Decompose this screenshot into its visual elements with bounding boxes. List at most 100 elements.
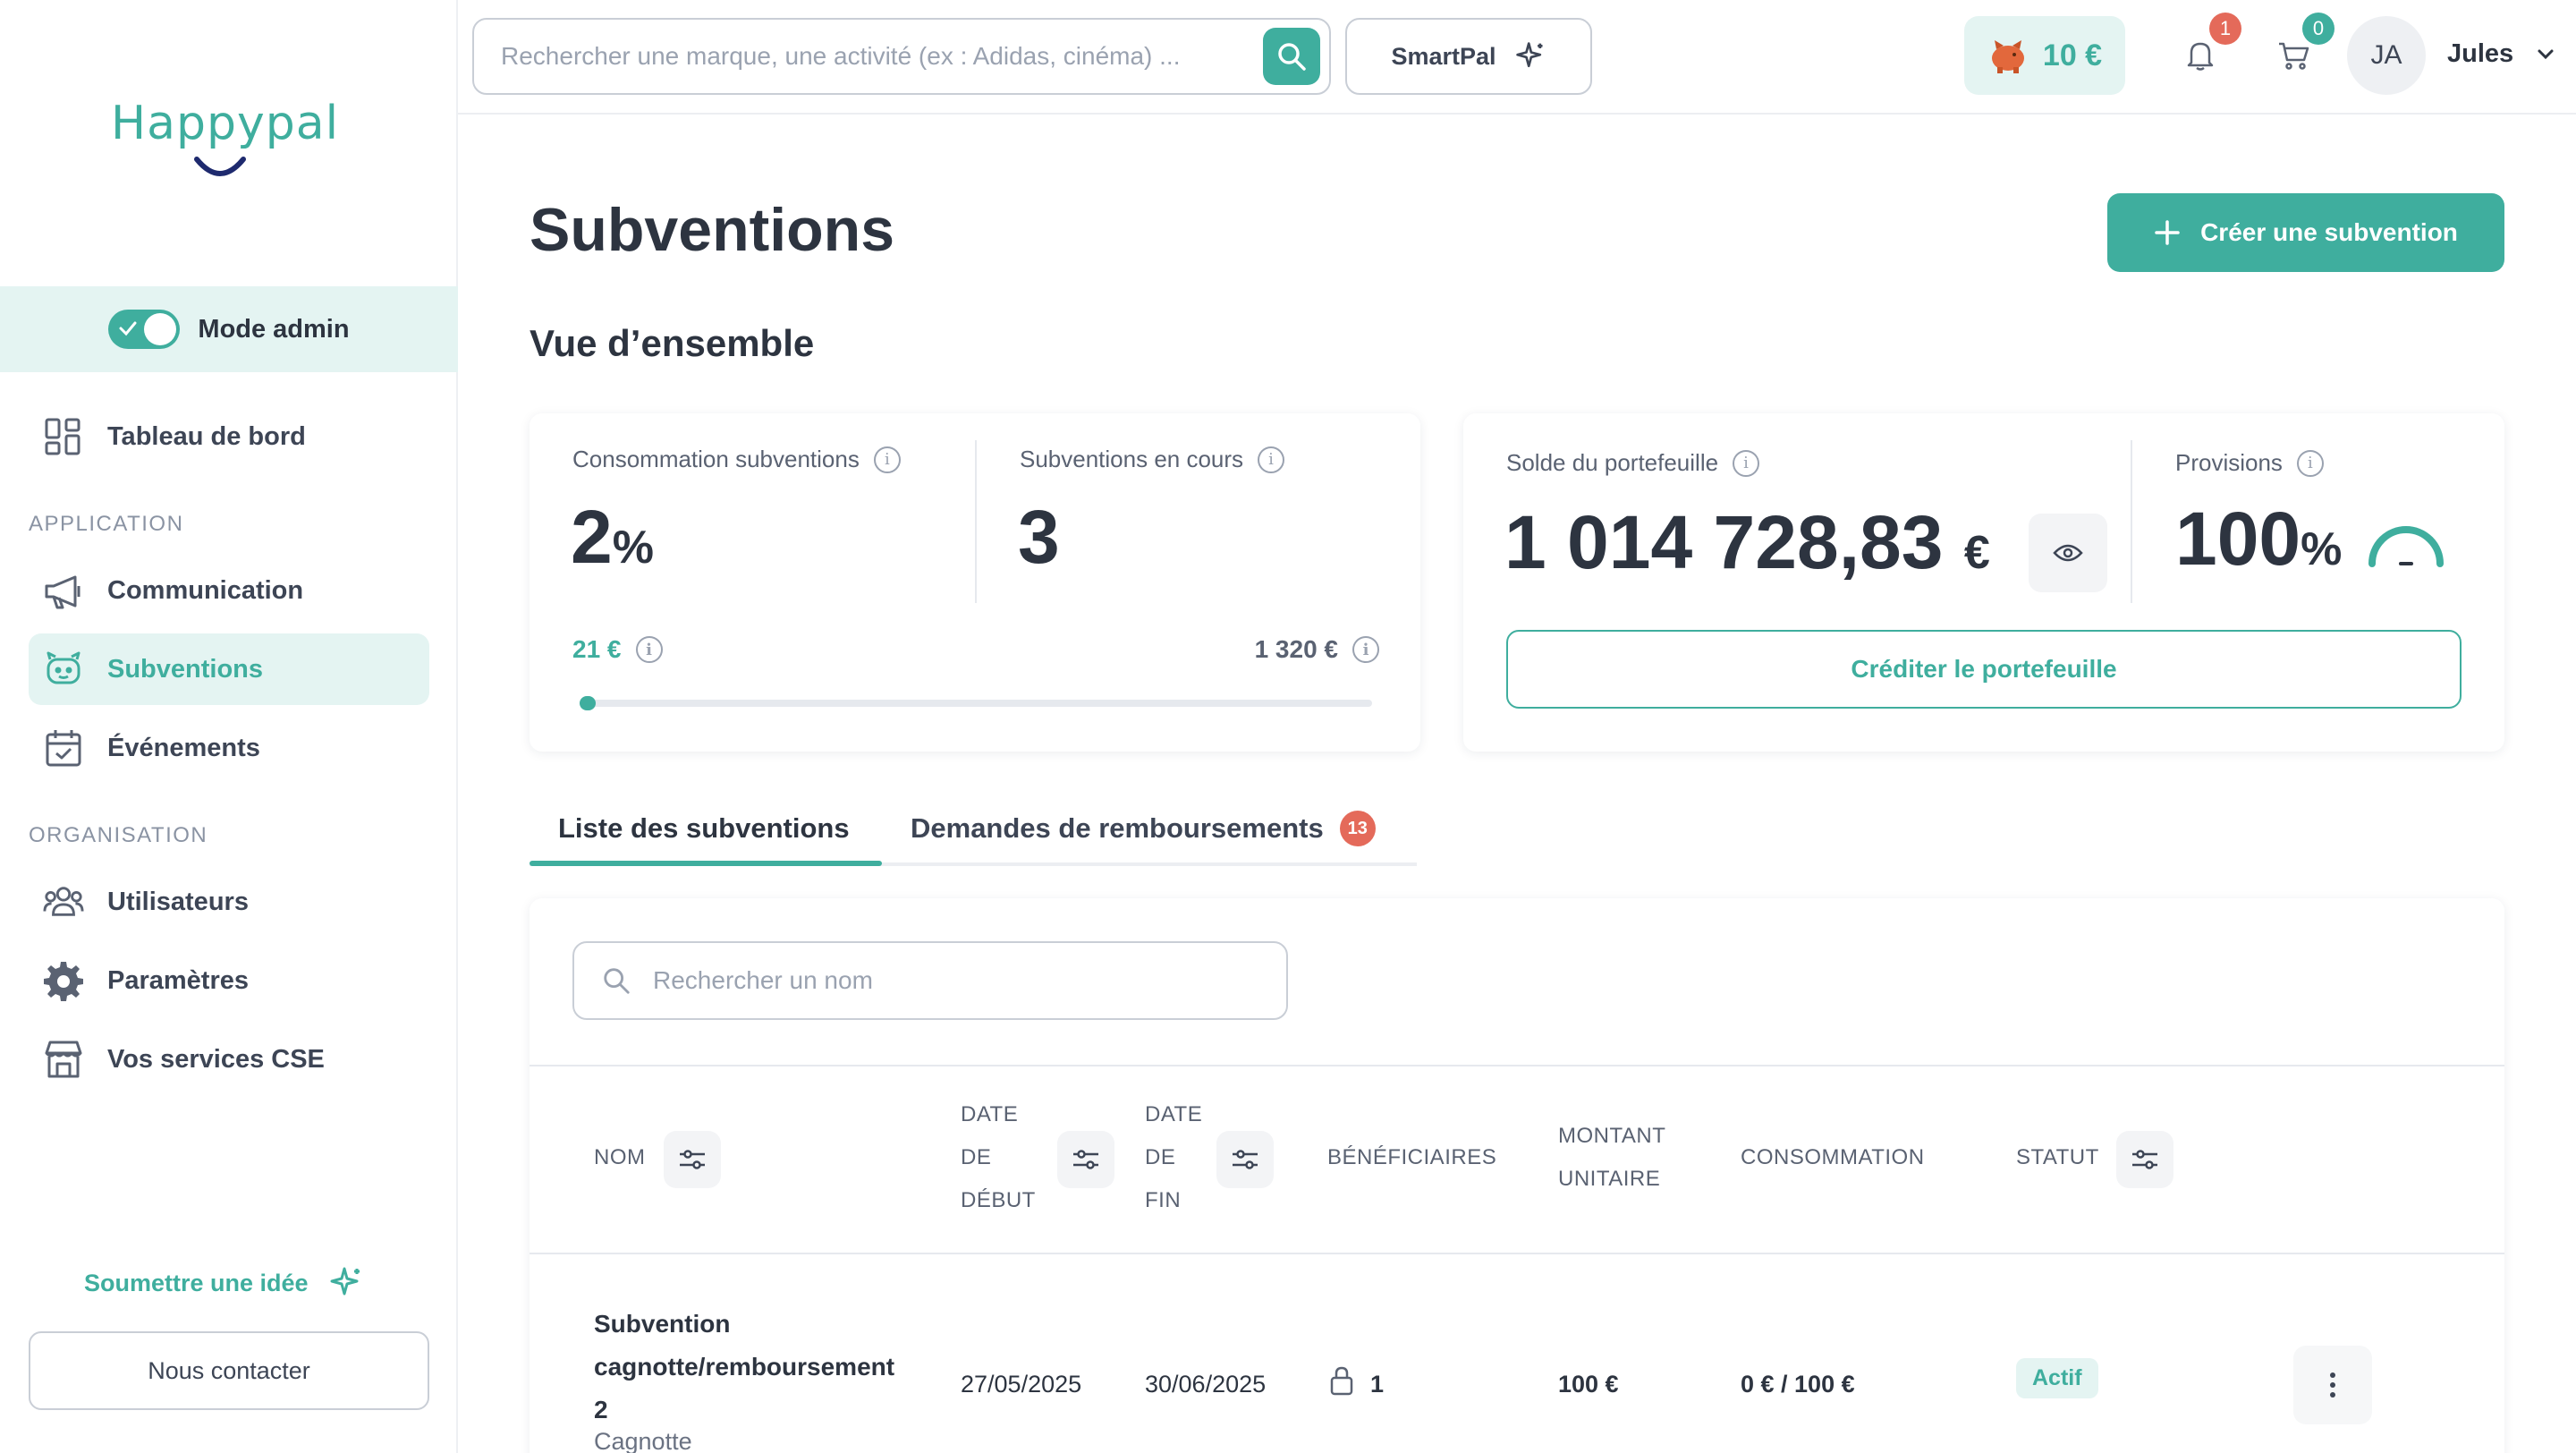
sidebar-item-services-cse[interactable]: Vos services CSE [29, 1024, 429, 1095]
column-header-consommation: CONSOMMATION [1741, 1145, 1925, 1169]
chevron-down-icon[interactable] [2535, 43, 2556, 64]
global-search-input[interactable]: Rechercher une marque, une activité (ex … [472, 18, 1331, 95]
sidebar-item-communication[interactable]: Communication [29, 555, 429, 626]
header-line: MONTANT [1558, 1124, 1666, 1148]
name-search-input[interactable]: Rechercher un nom [572, 941, 1288, 1020]
gear-icon [43, 960, 84, 1001]
user-name[interactable]: Jules [2447, 39, 2513, 69]
row-name-line: Subvention [594, 1310, 731, 1338]
info-icon[interactable]: i [873, 446, 901, 473]
card-divider [2131, 440, 2132, 603]
happypal-logo[interactable]: Happypal [111, 97, 351, 186]
smartpal-label: SmartPal [1391, 42, 1496, 70]
sliders-icon [1073, 1150, 1098, 1169]
search-icon [604, 968, 630, 994]
search-button[interactable] [1263, 28, 1320, 85]
credit-wallet-button[interactable]: Créditer le portefeuille [1506, 630, 2462, 709]
info-icon[interactable]: i [635, 636, 663, 663]
header-line: DÉBUT [961, 1188, 1036, 1212]
tab-label: Demandes de remboursements [911, 812, 1324, 844]
sidebar-item-label: Vos services CSE [107, 1044, 325, 1074]
sidebar-item-evenements[interactable]: Événements [29, 712, 429, 784]
consumption-number: 2 [571, 495, 613, 579]
contact-button[interactable]: Nous contacter [29, 1331, 429, 1410]
consumption-used-value: 21 € [572, 635, 622, 663]
check-icon [119, 321, 137, 336]
notifications-badge: 1 [2209, 13, 2241, 45]
status-badge: Actif [2016, 1358, 2098, 1398]
sidebar-item-utilisateurs[interactable]: Utilisateurs [29, 866, 429, 938]
consumption-unit: % [612, 522, 654, 574]
notifications-button[interactable]: 1 [2175, 13, 2241, 81]
ongoing-value: 3 [1018, 495, 1060, 579]
create-subvention-button[interactable]: Créer une subvention [2107, 193, 2504, 272]
filter-statut-button[interactable] [2116, 1131, 2174, 1188]
consumption-total-value: 1 320 € [1254, 635, 1338, 663]
row-name[interactable]: Subvention cagnotte/remboursement 2 [594, 1303, 952, 1432]
sidebar-item-dashboard[interactable]: Tableau de bord [29, 401, 429, 472]
consumption-total: 1 320 € i [1255, 635, 1379, 664]
column-header-montant-unitaire: MONTANT UNITAIRE [1558, 1115, 1665, 1201]
wallet-balance-unit: € [1963, 527, 1990, 579]
admin-mode-toggle[interactable] [108, 310, 181, 349]
column-header-statut: STATUT [2016, 1145, 2099, 1169]
sidebar-item-subventions[interactable]: Subventions [29, 633, 429, 705]
provisions-label: Provisions i [2175, 449, 2324, 477]
tab-demandes-remboursements[interactable]: Demandes de remboursements 13 [911, 805, 1376, 852]
header-line: DE [1145, 1145, 1176, 1169]
calendar-icon [43, 727, 84, 769]
header-line: DE [961, 1145, 992, 1169]
more-vertical-icon [2330, 1372, 2335, 1398]
table-divider [530, 1253, 2504, 1254]
consumption-card: Consommation subventions i 2% Subvention… [530, 413, 1420, 752]
subventions-tabs: Liste des subventions Demandes de rembou… [530, 787, 1417, 866]
sidebar-item-parametres[interactable]: Paramètres [29, 945, 429, 1016]
toggle-balance-visibility-button[interactable] [2029, 514, 2107, 592]
section-application-heading: APPLICATION [29, 512, 184, 536]
ongoing-label: Subventions en cours i [1020, 446, 1285, 473]
consumption-progress-fill [580, 696, 596, 710]
consumption-value: 2% [571, 494, 654, 581]
wallet-balance-pill[interactable]: 10 € [1964, 16, 2125, 95]
avatar[interactable]: JA [2347, 16, 2426, 95]
eye-icon [2053, 544, 2083, 562]
sidebar-item-label: Tableau de bord [107, 421, 306, 451]
provisions-label-text: Provisions [2175, 449, 2283, 476]
info-icon[interactable]: i [1733, 449, 1760, 477]
count-badge: 13 [1339, 811, 1376, 846]
sliders-icon [680, 1150, 705, 1169]
info-icon[interactable]: i [2296, 449, 2324, 477]
wallet-balance-value: 1 014 728,83 € [1504, 499, 1990, 586]
row-actions-button[interactable] [2293, 1346, 2372, 1424]
filter-nom-button[interactable] [664, 1131, 721, 1188]
consumption-label: Consommation subventions i [572, 446, 901, 473]
wallet-amount: 10 € [2042, 38, 2103, 72]
cart-button[interactable]: 0 [2268, 13, 2334, 81]
info-icon[interactable]: i [1258, 446, 1285, 473]
filter-date-fin-button[interactable] [1216, 1131, 1274, 1188]
smartpal-button[interactable]: SmartPal [1345, 18, 1592, 95]
sliders-icon [2132, 1150, 2157, 1169]
row-name-line: cagnotte/remboursement [594, 1353, 895, 1381]
subventions-table-card: Rechercher un nom NOM DATE DE DÉBUT DATE… [530, 898, 2504, 1453]
cart-badge: 0 [2302, 13, 2334, 45]
submit-idea-link[interactable]: Soumettre une idée [84, 1265, 364, 1301]
admin-mode-band: Mode admin [0, 286, 458, 372]
active-tab-indicator [530, 861, 882, 866]
admin-mode-label: Mode admin [198, 314, 350, 344]
search-placeholder: Rechercher un nom [653, 966, 873, 994]
piggy-bank-icon [43, 649, 84, 690]
wallet-label-text: Solde du portefeuille [1506, 449, 1719, 476]
header-line: UNITAIRE [1558, 1167, 1661, 1191]
cart-icon [2279, 42, 2309, 70]
toggle-knob [144, 313, 177, 345]
plus-icon [2155, 220, 2180, 245]
filter-date-debut-button[interactable] [1057, 1131, 1114, 1188]
header-line: FIN [1145, 1188, 1182, 1212]
search-icon [1278, 43, 1306, 71]
sidebar-item-label: Paramètres [107, 965, 249, 995]
tab-liste-subventions[interactable]: Liste des subventions [558, 805, 850, 852]
provisions-value: 100% [2175, 496, 2342, 582]
info-icon[interactable]: i [1352, 636, 1379, 663]
consumption-label-text: Consommation subventions [572, 446, 860, 472]
